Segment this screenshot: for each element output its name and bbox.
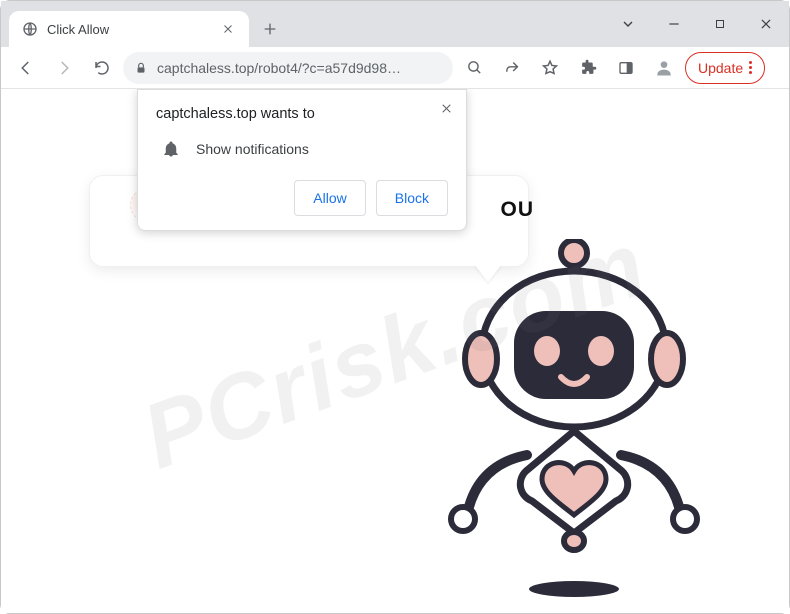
bell-icon xyxy=(162,140,180,158)
popup-close-icon[interactable] xyxy=(436,98,456,118)
window-maximize-button[interactable] xyxy=(697,4,743,44)
tab-search-button[interactable] xyxy=(605,4,651,44)
window-close-button[interactable] xyxy=(743,4,789,44)
address-bar[interactable]: captchaless.top/robot4/?c=a57d9d98… xyxy=(123,52,453,84)
popup-heading: captchaless.top wants to xyxy=(156,106,448,122)
update-label: Update xyxy=(698,60,743,76)
extensions-icon[interactable] xyxy=(571,51,605,85)
window-minimize-button[interactable] xyxy=(651,4,697,44)
page-content: OU captchaless.top wants to Show notific… xyxy=(1,89,789,613)
tab-close-icon[interactable] xyxy=(219,20,237,38)
profile-icon[interactable] xyxy=(647,51,681,85)
window-titlebar: Click Allow xyxy=(1,1,789,47)
hidden-text-fragment: OU xyxy=(501,198,535,222)
new-tab-button[interactable] xyxy=(255,14,285,44)
allow-button[interactable]: Allow xyxy=(294,180,365,216)
side-panel-icon[interactable] xyxy=(609,51,643,85)
notification-label: Show notifications xyxy=(196,141,309,157)
lock-icon[interactable] xyxy=(133,60,149,76)
back-button[interactable] xyxy=(9,51,43,85)
browser-toolbar: captchaless.top/robot4/?c=a57d9d98… Upda… xyxy=(1,47,789,89)
globe-icon xyxy=(21,20,39,38)
bookmark-star-icon[interactable] xyxy=(533,51,567,85)
tab-title: Click Allow xyxy=(47,22,211,37)
menu-dots-icon xyxy=(749,61,752,74)
url-text: captchaless.top/robot4/?c=a57d9d98… xyxy=(157,60,443,76)
share-icon[interactable] xyxy=(495,51,529,85)
block-button[interactable]: Block xyxy=(376,180,448,216)
forward-button xyxy=(47,51,81,85)
browser-tab[interactable]: Click Allow xyxy=(9,11,249,47)
update-button[interactable]: Update xyxy=(685,52,765,84)
robot-illustration xyxy=(429,239,719,609)
reload-button[interactable] xyxy=(85,51,119,85)
zoom-icon[interactable] xyxy=(457,51,491,85)
notification-permission-popup: captchaless.top wants to Show notificati… xyxy=(137,89,467,231)
